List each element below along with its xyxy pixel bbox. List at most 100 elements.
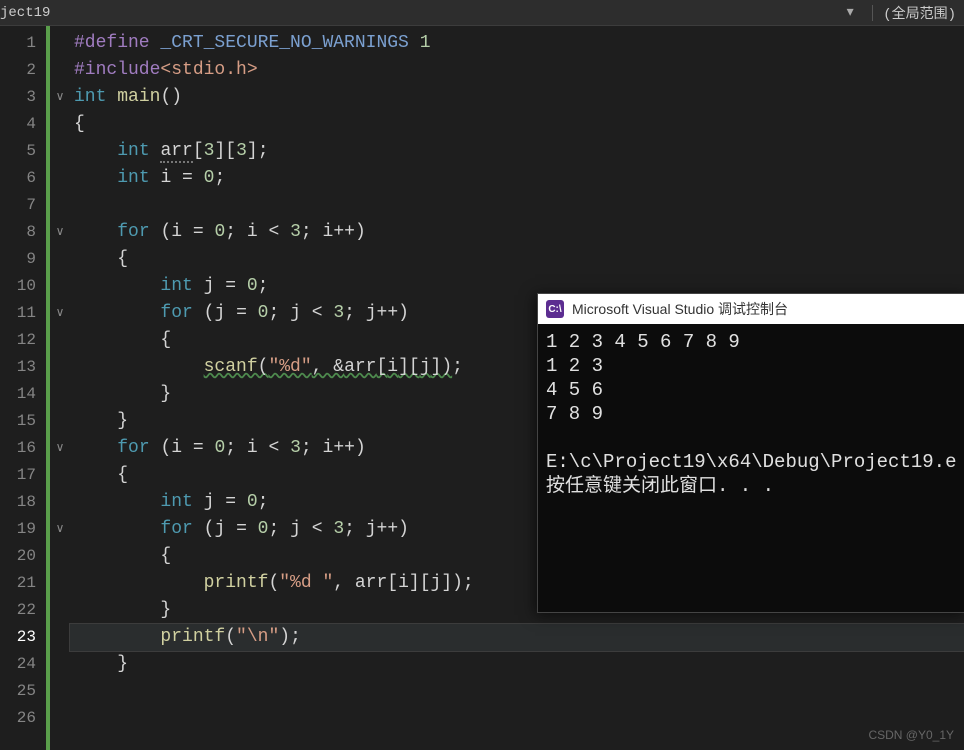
code-token: < <box>301 303 333 323</box>
code-token: [ <box>193 141 204 161</box>
project-dropdown-icon[interactable]: ▾ <box>838 4 862 21</box>
toolbar-separator <box>872 5 873 21</box>
code-token: i <box>323 222 334 242</box>
code-line[interactable] <box>70 192 964 219</box>
code-token <box>74 627 160 647</box>
code-line[interactable] <box>70 678 964 705</box>
code-token: j <box>290 519 301 539</box>
code-token: = <box>225 519 257 539</box>
line-number: 3 <box>0 84 46 111</box>
code-token: int <box>160 276 203 296</box>
code-token: , <box>333 573 355 593</box>
code-token: ( <box>258 357 269 377</box>
code-token: 3 <box>290 222 301 242</box>
code-token: 0 <box>204 168 215 188</box>
code-token: arr <box>344 357 376 377</box>
code-token: } <box>74 384 171 404</box>
code-token: { <box>74 465 128 485</box>
code-line[interactable]: #define _CRT_SECURE_NO_WARNINGS 1 <box>70 30 964 57</box>
code-token: i <box>323 438 334 458</box>
code-token: for <box>160 303 203 323</box>
code-token: 0 <box>214 222 225 242</box>
code-token: ( <box>268 573 279 593</box>
fold-toggle[interactable]: ∨ <box>50 300 70 327</box>
line-number: 9 <box>0 246 46 273</box>
fold-toggle[interactable]: ∨ <box>50 219 70 246</box>
code-token: } <box>74 600 171 620</box>
code-token: j <box>204 492 215 512</box>
console-titlebar[interactable]: C:\ Microsoft Visual Studio 调试控制台 <box>538 294 964 324</box>
code-token: main <box>117 87 160 107</box>
line-number: 20 <box>0 543 46 570</box>
debug-console-window[interactable]: C:\ Microsoft Visual Studio 调试控制台 1 2 3 … <box>537 293 964 613</box>
code-token: ][ <box>398 357 420 377</box>
line-number-gutter: 1234567891011121314151617181920212223242… <box>0 26 46 750</box>
code-token: ; <box>225 438 247 458</box>
fold-toggle <box>50 489 70 516</box>
code-token: < <box>301 519 333 539</box>
code-line[interactable]: #include<stdio.h> <box>70 57 964 84</box>
code-line[interactable]: int main() <box>70 84 964 111</box>
code-token: #include <box>74 60 160 80</box>
fold-toggle <box>50 624 70 651</box>
code-token: ++) <box>333 438 365 458</box>
code-token: < <box>258 438 290 458</box>
code-token: 3 <box>290 438 301 458</box>
line-number: 24 <box>0 651 46 678</box>
line-number: 19 <box>0 516 46 543</box>
code-line[interactable]: printf("\n"); <box>70 624 964 651</box>
code-token: i <box>247 438 258 458</box>
fold-toggle[interactable]: ∨ <box>50 516 70 543</box>
code-token <box>74 492 160 512</box>
fold-toggle <box>50 408 70 435</box>
code-token: arr <box>160 141 192 163</box>
line-number: 6 <box>0 165 46 192</box>
code-token: < <box>258 222 290 242</box>
code-token: [ <box>387 573 398 593</box>
code-token: { <box>74 249 128 269</box>
code-token: = <box>182 222 214 242</box>
code-token: 1 <box>420 33 431 53</box>
scope-label[interactable]: (全局范围) <box>883 3 964 23</box>
code-line[interactable]: int i = 0; <box>70 165 964 192</box>
code-line[interactable]: for (i = 0; i < 3; i++) <box>70 219 964 246</box>
code-token: ; <box>301 438 323 458</box>
line-number: 26 <box>0 705 46 732</box>
code-token: () <box>160 87 182 107</box>
code-token: j <box>204 276 215 296</box>
code-token: 0 <box>214 438 225 458</box>
code-token: ; <box>214 168 225 188</box>
code-token: <stdio.h> <box>160 60 257 80</box>
fold-toggle <box>50 705 70 732</box>
console-title: Microsoft Visual Studio 调试控制台 <box>572 299 788 319</box>
code-token: int <box>74 87 117 107</box>
watermark: CSDN @Y0_1Y <box>868 728 954 742</box>
code-line[interactable] <box>70 705 964 732</box>
code-line[interactable]: } <box>70 651 964 678</box>
code-token: = <box>171 168 203 188</box>
fold-toggle <box>50 246 70 273</box>
code-line[interactable]: { <box>70 246 964 273</box>
line-number: 15 <box>0 408 46 435</box>
fold-toggle <box>50 165 70 192</box>
code-token: = <box>214 492 246 512</box>
code-token <box>74 438 117 458</box>
code-line[interactable]: { <box>70 111 964 138</box>
fold-toggle <box>50 327 70 354</box>
fold-column[interactable]: ∨ ∨ ∨ ∨ ∨ <box>50 26 70 750</box>
line-number: 18 <box>0 489 46 516</box>
code-token <box>74 276 160 296</box>
fold-toggle[interactable]: ∨ <box>50 435 70 462</box>
code-line[interactable]: int arr[3][3]; <box>70 138 964 165</box>
code-token: i <box>398 573 409 593</box>
code-token: i <box>387 357 398 377</box>
line-number: 22 <box>0 597 46 624</box>
fold-toggle <box>50 678 70 705</box>
fold-toggle[interactable]: ∨ <box>50 84 70 111</box>
code-token: j <box>366 519 377 539</box>
code-token: ][ <box>409 573 431 593</box>
code-token: ]; <box>247 141 269 161</box>
code-token: for <box>117 438 160 458</box>
code-token: _CRT_SECURE_NO_WARNINGS <box>160 33 408 53</box>
code-token: "%d" <box>268 357 311 377</box>
